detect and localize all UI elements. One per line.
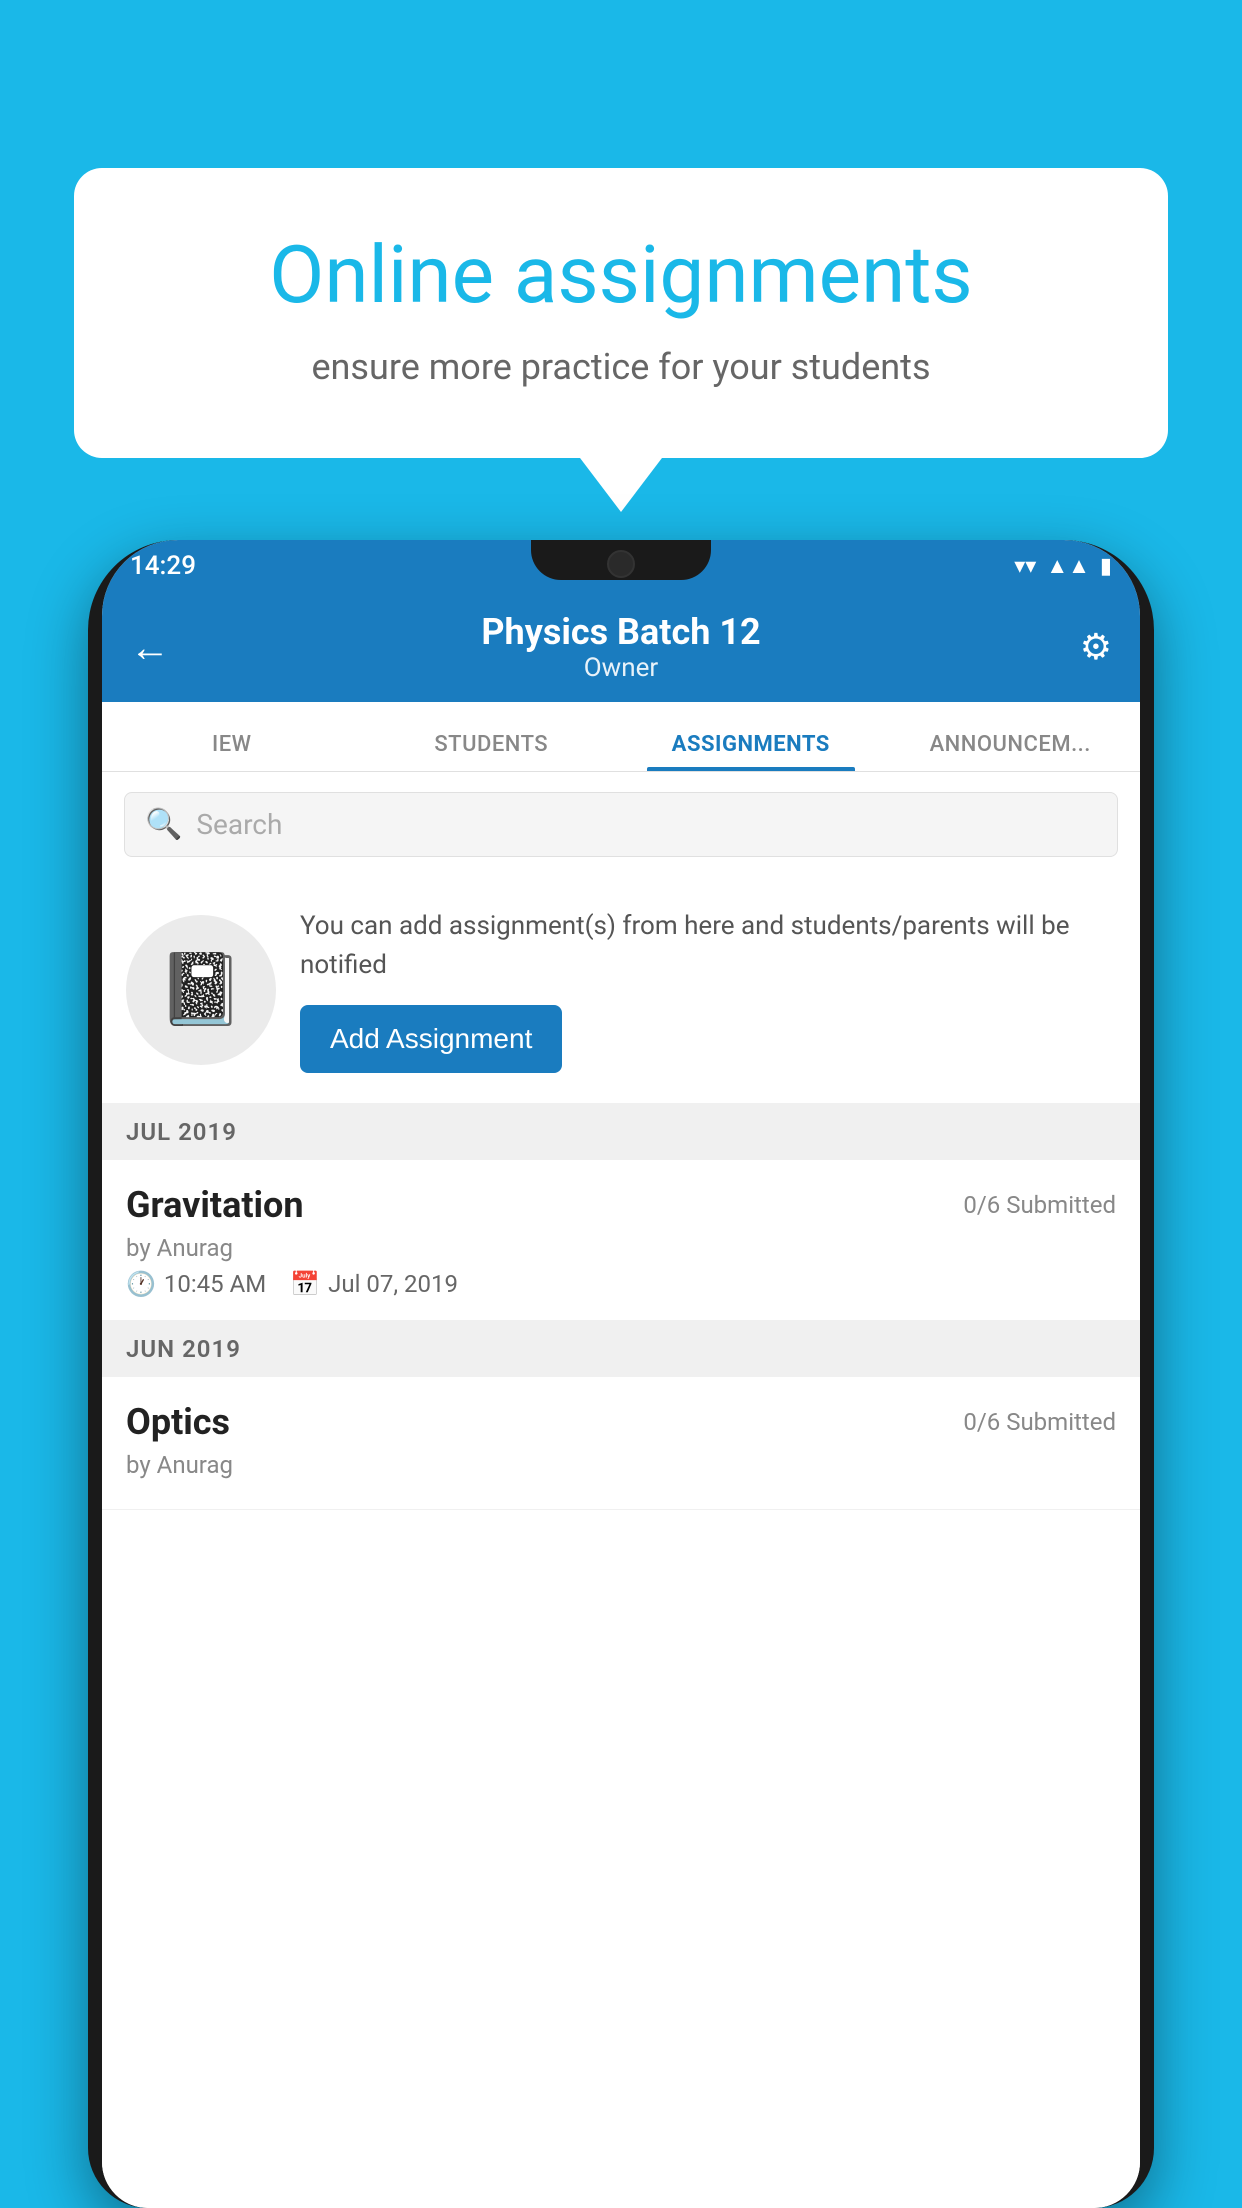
assignment-row1-optics: Optics 0/6 Submitted <box>126 1401 1116 1443</box>
clock-icon: 🕐 <box>126 1270 156 1298</box>
assignment-date-value: Jul 07, 2019 <box>328 1270 458 1298</box>
front-camera <box>607 550 635 578</box>
phone-frame: 14:29 ▾▾ ▲▲ ▮ ← Physics Batch 12 Owner ⚙… <box>88 540 1154 2208</box>
battery-icon: ▮ <box>1100 554 1112 579</box>
search-bar[interactable]: 🔍 Search <box>124 792 1118 857</box>
app-header: ← Physics Batch 12 Owner ⚙ <box>102 592 1140 702</box>
section-header-jul: JUL 2019 <box>102 1104 1140 1160</box>
header-title: Physics Batch 12 <box>190 611 1052 653</box>
signal-icon: ▲▲ <box>1046 553 1090 579</box>
assignment-submitted-optics: 0/6 Submitted <box>963 1408 1116 1436</box>
tab-announcements[interactable]: ANNOUNCEM... <box>881 732 1141 771</box>
assignment-time: 🕐 10:45 AM <box>126 1270 266 1298</box>
speech-bubble-card: Online assignments ensure more practice … <box>74 168 1168 458</box>
settings-button[interactable]: ⚙ <box>1052 626 1112 668</box>
search-icon: 🔍 <box>145 807 182 842</box>
speech-bubble-subtitle: ensure more practice for your students <box>144 346 1098 388</box>
assignment-meta-gravitation: 🕐 10:45 AM 📅 Jul 07, 2019 <box>126 1270 1116 1298</box>
phone-notch <box>531 540 711 580</box>
header-title-area: Physics Batch 12 Owner <box>190 611 1052 683</box>
assignment-name-gravitation: Gravitation <box>126 1184 304 1226</box>
section-header-jun: JUN 2019 <box>102 1321 1140 1377</box>
promo-content: You can add assignment(s) from here and … <box>300 907 1116 1073</box>
header-subtitle: Owner <box>190 653 1052 683</box>
assignment-name-optics: Optics <box>126 1401 230 1443</box>
assignment-row1: Gravitation 0/6 Submitted <box>126 1184 1116 1226</box>
status-time: 14:29 <box>130 551 196 581</box>
tab-students[interactable]: STUDENTS <box>362 732 622 771</box>
assignment-by-gravitation: by Anurag <box>126 1234 1116 1262</box>
add-assignment-button[interactable]: Add Assignment <box>300 1005 562 1073</box>
back-button[interactable]: ← <box>130 624 190 671</box>
calendar-icon: 📅 <box>290 1270 320 1298</box>
tab-bar: IEW STUDENTS ASSIGNMENTS ANNOUNCEM... <box>102 702 1140 772</box>
assignment-submitted-gravitation: 0/6 Submitted <box>963 1191 1116 1219</box>
status-icons: ▾▾ ▲▲ ▮ <box>1014 553 1112 579</box>
speech-bubble-title: Online assignments <box>144 228 1098 322</box>
promo-banner: 📓 You can add assignment(s) from here an… <box>102 877 1140 1104</box>
search-placeholder: Search <box>196 808 282 841</box>
notebook-icon: 📓 <box>157 949 244 1031</box>
promo-text: You can add assignment(s) from here and … <box>300 907 1116 985</box>
phone-screen-content: 🔍 Search 📓 You can add assignment(s) fro… <box>102 772 1140 2208</box>
tab-iew[interactable]: IEW <box>102 732 362 771</box>
tab-assignments[interactable]: ASSIGNMENTS <box>621 732 881 771</box>
assignment-item-optics[interactable]: Optics 0/6 Submitted by Anurag <box>102 1377 1140 1510</box>
search-bar-container: 🔍 Search <box>102 772 1140 877</box>
assignment-item-gravitation[interactable]: Gravitation 0/6 Submitted by Anurag 🕐 10… <box>102 1160 1140 1321</box>
phone-screen-inner: 14:29 ▾▾ ▲▲ ▮ ← Physics Batch 12 Owner ⚙… <box>102 540 1140 2208</box>
promo-icon-circle: 📓 <box>126 915 276 1065</box>
assignment-by-optics: by Anurag <box>126 1451 1116 1479</box>
assignment-date: 📅 Jul 07, 2019 <box>290 1270 458 1298</box>
assignment-time-value: 10:45 AM <box>164 1270 266 1298</box>
wifi-icon: ▾▾ <box>1014 554 1036 579</box>
